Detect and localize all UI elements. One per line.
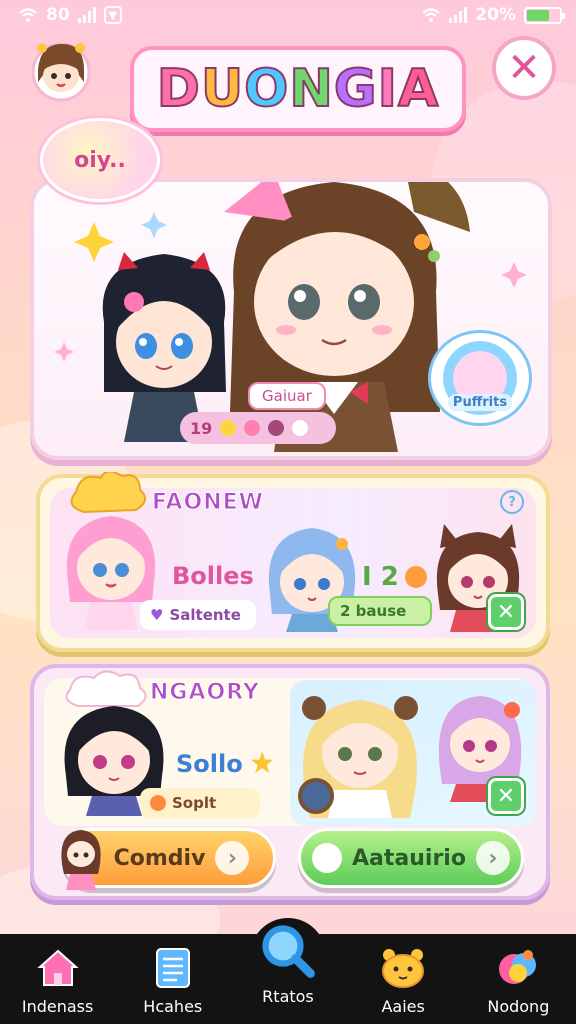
right-action-button[interactable]: Aatauirio › [298,828,524,888]
heart-icon: ♥ [150,606,164,624]
memory-pill-label: Soplt [172,794,217,812]
logo-letter: O [243,58,290,120]
speech-bubble: oiy.. [40,118,160,202]
left-action-label: Comdiv [113,845,206,871]
battery-percent: 20% [475,5,516,25]
tab-social[interactable]: Nodong [463,943,573,1016]
hero-stats-bar: 19 [180,412,336,444]
game-logo: DUONGIA [130,46,466,132]
signal-icon [77,7,96,23]
tab-home-label: Indenass [21,997,94,1016]
friends-heading: FAONEW [152,490,264,516]
tab-pets[interactable]: Aaies [348,943,458,1016]
orange-face-icon [404,566,427,588]
chat-icon [292,420,309,436]
close-icon: ✕ [496,783,516,809]
tab-home[interactable]: Indenass [3,943,113,1016]
memory-confirm-button[interactable]: ✕ [488,778,524,814]
status-left-text: 80 [46,5,70,25]
bear-icon [382,949,425,988]
tab-search[interactable]: Rtatos [233,921,343,1006]
friends-pill[interactable]: ♥ Saltente [140,600,256,630]
hero-stats-number: 19 [190,418,213,438]
help-icon[interactable]: ? [500,490,524,514]
heart-bubble-icon [499,950,537,984]
hero-name-tag: Gaiuar [248,382,326,410]
puffrits-label: Puffrits [447,394,513,411]
battery-fill [527,9,550,21]
counter-text: I 2 [362,562,399,592]
blonde-character [298,696,418,818]
close-icon: ✕ [507,45,541,91]
logo-letter: U [200,58,245,120]
puffrits-badge[interactable]: Puffrits [428,330,532,426]
home-icon [36,949,79,986]
speech-bubble-text: oiy.. [74,147,126,173]
friends-label: Bolles [172,562,254,590]
close-button[interactable]: ✕ [492,36,556,100]
profile-avatar[interactable] [26,34,96,104]
logo-letter: G [333,58,378,120]
tab-notes-label: Hcahes [143,997,203,1016]
logo-letter: I [377,58,398,120]
tab-pets-label: Aaies [381,997,425,1016]
status-bar: 80 ▼ 20% [0,0,576,30]
tab-search-label: Rtatos [262,987,314,1006]
memory-pill[interactable]: Soplt [140,788,260,818]
chevron-right-icon: › [475,841,510,875]
counter-group: I 2 [362,562,427,592]
right-action-label: Aatauirio [352,845,466,871]
close-icon: ✕ [496,599,516,625]
badge-icon [150,795,166,811]
bottom-tab-bar: Indenass Hcahes Rtatos Aaies Nodong [0,925,576,1024]
gem-icon [268,420,285,436]
mini-character-icon [61,830,101,890]
signal-icon [449,7,468,23]
star-icon [220,420,237,436]
chat-bubble-icon [312,843,343,873]
notification-icon: ▼ [103,6,122,24]
heart-icon [244,420,261,436]
star-icon: ★ [248,746,276,781]
battery-icon [524,6,565,24]
logo-text: DUONGIA [156,58,440,120]
friends-confirm-button[interactable]: ✕ [488,594,524,630]
chevron-right-icon: › [215,841,250,875]
wifi-icon [422,8,441,22]
memory-heading: NGAORY [150,680,260,706]
logo-letter: N [288,58,334,120]
tab-social-label: Nodong [487,997,550,1016]
wifi-icon [19,8,37,22]
document-icon [155,948,190,988]
memory-label-group: Sollo ★ [176,746,276,781]
search-icon [262,925,315,978]
friends-pill-label: Saltente [169,606,241,624]
score-pill[interactable]: 2 bause [328,596,432,626]
score-pill-label: 2 bause [340,602,407,620]
tab-notes[interactable]: Hcahes [118,943,228,1016]
logo-letter: A [397,58,440,120]
memory-label: Sollo [176,749,243,778]
logo-letter: D [156,58,201,120]
